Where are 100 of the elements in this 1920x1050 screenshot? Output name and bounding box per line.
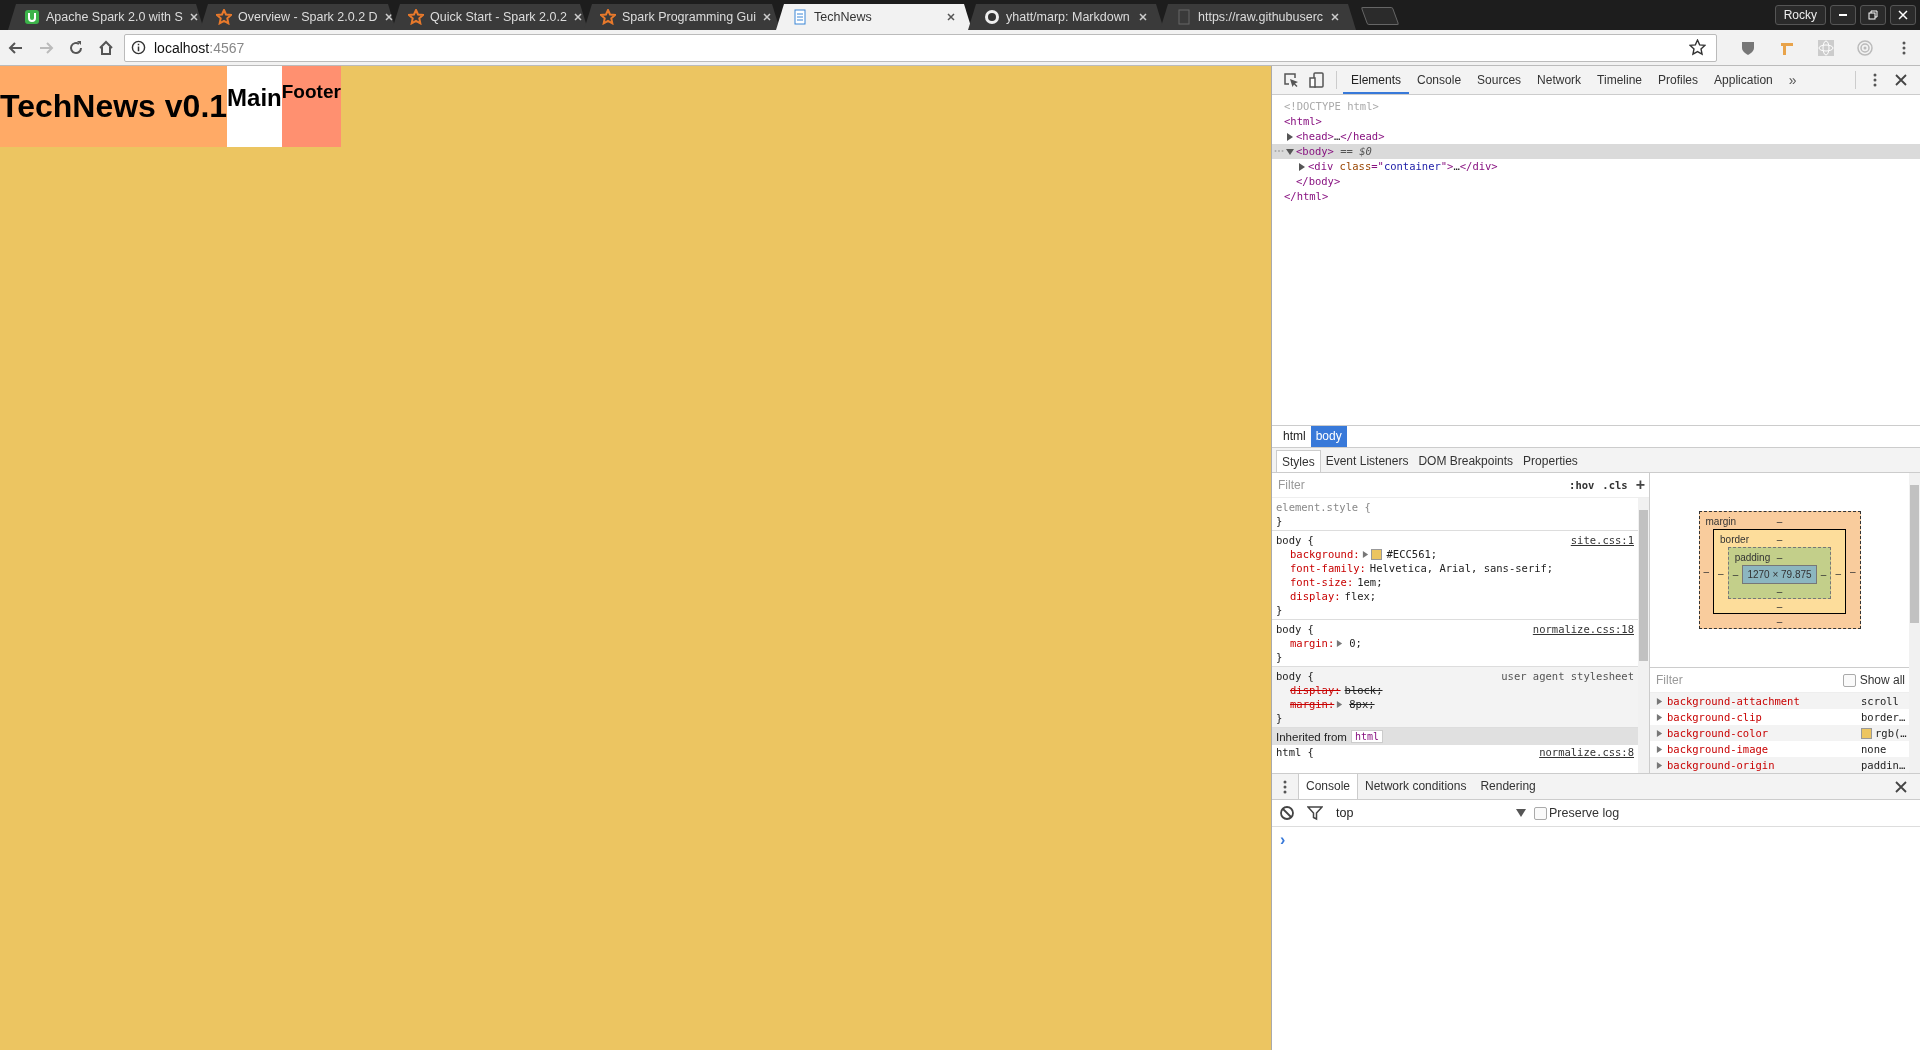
rule-source[interactable]: normalize.css:8 [1539,745,1634,759]
context-dropdown[interactable]: top [1330,806,1532,820]
drawer-tab[interactable]: Console [1298,774,1359,799]
browser-tab[interactable]: TechNews [776,4,972,30]
clear-icon[interactable] [1279,805,1295,821]
color-swatch[interactable] [1370,548,1382,560]
restore-button[interactable] [1860,5,1886,25]
devtools-tab[interactable]: Profiles [1650,66,1707,94]
profile-button[interactable]: Rocky [1774,5,1826,25]
devtools-tab[interactable]: Console [1409,66,1470,94]
panel-tab[interactable]: Event Listeners [1320,450,1414,472]
dom-node[interactable]: </body> [1272,174,1920,189]
rule-source: user agent stylesheet [1501,669,1634,683]
close-icon[interactable] [762,12,773,22]
expand-triangle-icon[interactable] [1336,639,1344,647]
property-value: #ECC561; [1386,547,1438,561]
browser-tab[interactable]: Apache Spark 2.0 with S [8,4,204,30]
info-icon[interactable] [131,40,146,55]
close-icon[interactable] [946,12,956,22]
devtools-tab[interactable]: Elements [1343,66,1410,94]
browser-tab[interactable]: Quick Start - Spark 2.0.2 [392,4,588,30]
close-button[interactable] [1890,5,1916,25]
rule-source[interactable]: normalize.css:18 [1532,622,1634,636]
expand-triangle-icon[interactable] [1286,147,1294,156]
dom-node[interactable]: <body> == $0 [1272,144,1920,159]
restore-icon [1867,9,1879,21]
site-title: TechNews v0.1 [0,88,228,125]
console-prompt[interactable]: › [1280,831,1286,848]
inherited-element-tag[interactable]: html [1350,730,1384,743]
drawer-tab[interactable]: Rendering [1473,774,1543,799]
tab-title: Overview - Spark 2.0.2 D [238,10,378,24]
property-value: none [1861,743,1887,755]
breadcrumb[interactable]: body [1310,426,1347,447]
box-value: – [1717,567,1725,579]
expand-triangle-icon[interactable] [1298,162,1306,171]
property-name: font-family: [1290,561,1366,575]
shield-icon[interactable] [1740,39,1756,56]
rule-source[interactable]: site.css:1 [1570,533,1634,547]
panel-tab[interactable]: Properties [1518,450,1583,472]
address-field[interactable]: localhost:4567 [124,33,1717,62]
close-icon[interactable] [1893,72,1909,88]
property-value: 8px; [1349,697,1375,711]
bookmark-star-icon[interactable] [1689,39,1706,56]
back-icon[interactable] [8,39,24,56]
property-value: border… [1861,711,1906,723]
property-value: flex; [1344,589,1377,603]
browser-tab[interactable]: yhatt/marp: Markdown [968,4,1164,30]
expand-triangle-icon[interactable] [1286,132,1294,141]
dom-node[interactable]: <html> [1272,114,1920,129]
browser-tab[interactable]: https://raw.githubuserc [1160,4,1356,30]
expand-triangle-icon[interactable] [1361,550,1369,558]
more-dots-icon [1274,149,1284,153]
property-name: background-attachment [1667,695,1801,707]
checkbox[interactable] [1842,673,1856,687]
property-value: rgb(… [1875,727,1907,739]
devtools-tab[interactable]: Application [1706,66,1781,94]
browser-tab[interactable]: Spark Programming Gui [584,4,780,30]
tab-title: Apache Spark 2.0 with S [46,10,183,24]
dom-node[interactable]: </html> [1272,189,1920,204]
filter-field[interactable]: Filter [1276,477,1562,493]
footer-heading: Footer [281,81,341,103]
devtools-tab[interactable]: Timeline [1589,66,1650,94]
panel-tab[interactable]: DOM Breakpoints [1413,450,1519,472]
box-value: – [1819,569,1828,581]
new-tab-button[interactable] [1360,7,1400,25]
close-icon[interactable] [1893,778,1909,795]
drawer-tab[interactable]: Network conditions [1358,774,1474,799]
box-value: – [1834,567,1842,579]
breadcrumb[interactable]: html [1278,426,1311,447]
property-name: background-image [1667,743,1770,755]
devtools-tab[interactable]: Network [1529,66,1590,94]
close-icon[interactable] [188,12,199,22]
inspect-icon[interactable] [1283,72,1299,88]
close-icon[interactable] [572,12,583,22]
scrollbar[interactable] [1638,498,1649,773]
filter-icon[interactable] [1307,805,1323,821]
dom-node[interactable]: <div class="container">…</div> [1272,159,1920,174]
closing-brace: } [1276,603,1284,617]
property-value: Helvetica, Arial, sans-serif; [1369,561,1554,575]
class-toggle[interactable]: .cls [1602,479,1628,491]
expand-triangle-icon[interactable] [1336,700,1344,708]
property-name: background-origin [1667,759,1776,771]
new-rule-button[interactable]: + [1635,476,1645,494]
reload-icon[interactable] [68,39,84,56]
dom-node[interactable]: <head>…</head> [1272,129,1920,144]
checkbox[interactable] [1534,806,1547,820]
devtools-tab[interactable]: Sources [1469,66,1530,94]
rule-selector: body { [1276,669,1314,683]
hover-state-toggle[interactable]: :hov [1569,479,1595,491]
filter-field[interactable]: Filter [1654,672,1839,689]
browser-tab[interactable]: Overview - Spark 2.0.2 D [200,4,396,30]
device-icon[interactable] [1309,72,1325,88]
scrollbar[interactable] [1909,473,1920,773]
property-name: background-color [1667,727,1770,739]
home-icon[interactable] [98,39,114,56]
more-tabs-button[interactable]: » [1780,72,1805,88]
property-name: background: [1290,547,1360,561]
tab-title: yhatt/marp: Markdown [1006,10,1131,24]
panel-tab[interactable]: Styles [1276,450,1321,472]
minimize-button[interactable] [1830,5,1856,25]
